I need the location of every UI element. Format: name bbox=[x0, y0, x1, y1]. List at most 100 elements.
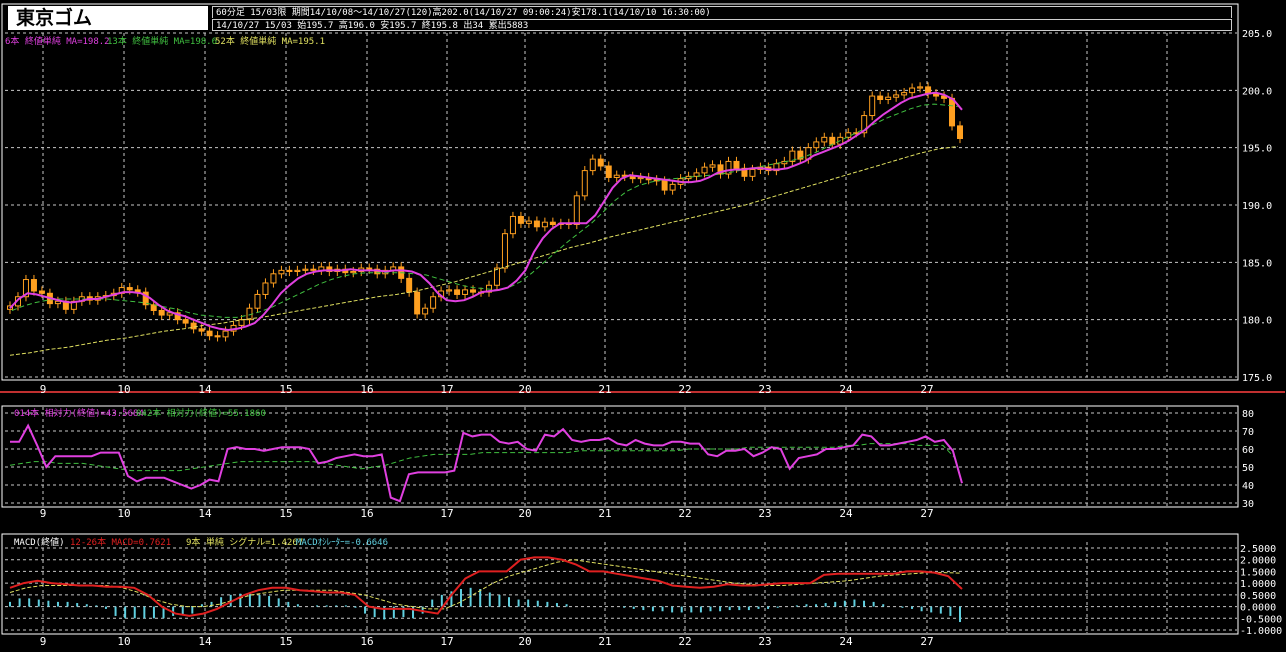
candle-up bbox=[821, 136, 828, 143]
macd-legend-item: MACDｵｼﾚｰﾀｰ=-0.6646 bbox=[296, 537, 388, 548]
candle-up bbox=[581, 170, 588, 197]
y-tick-label: -1.0000 bbox=[1240, 626, 1282, 637]
macd-x-label: 23 bbox=[758, 635, 771, 648]
y-tick-label: 1.5000 bbox=[1240, 567, 1276, 578]
candle-up bbox=[294, 269, 301, 273]
candle-down bbox=[190, 322, 197, 330]
candle-up bbox=[278, 269, 285, 275]
signal-line bbox=[9, 559, 961, 610]
macd-x-label: 27 bbox=[920, 635, 933, 648]
macd-x-label: 22 bbox=[678, 635, 691, 648]
candle-down bbox=[38, 290, 45, 294]
candle-down bbox=[366, 267, 373, 270]
y-tick-label: 50 bbox=[1242, 463, 1254, 474]
candle-down bbox=[877, 95, 884, 101]
candle-up bbox=[493, 267, 500, 286]
rsi-x-label: 23 bbox=[758, 507, 771, 520]
candle-up bbox=[302, 268, 309, 271]
macd-x-label: 21 bbox=[598, 635, 611, 648]
rsi14-line bbox=[10, 423, 963, 503]
candle-up bbox=[573, 195, 580, 225]
candle-up bbox=[613, 174, 620, 178]
candle-up bbox=[446, 289, 453, 292]
y-tick-label: 70 bbox=[1242, 427, 1254, 438]
y-tick-label: 60 bbox=[1242, 445, 1254, 456]
price-panel-separator bbox=[0, 391, 1285, 393]
candle-down bbox=[206, 330, 213, 337]
candle-up bbox=[893, 94, 900, 98]
price-legend-item: 52本 終値単純 MA=195.1 bbox=[215, 35, 325, 47]
rsi-legend-item: 042本 相対力(終値)=55.1860 bbox=[136, 407, 266, 419]
macd-x-label: 20 bbox=[518, 635, 531, 648]
price-x-label: 20 bbox=[518, 383, 531, 396]
candle-up bbox=[462, 289, 469, 295]
candle-up bbox=[709, 164, 716, 168]
candle-up bbox=[270, 273, 277, 284]
rsi-grid: 80 70 60 50 40 30 bbox=[5, 407, 1254, 510]
macd-x-label: 15 bbox=[279, 635, 292, 648]
macd-legend-item: 9本 単純 シグナル=1.4267 bbox=[186, 536, 303, 548]
ma6-line bbox=[9, 91, 963, 332]
price-x-label: 23 bbox=[758, 383, 771, 396]
candle-up bbox=[589, 158, 596, 172]
candle-down bbox=[533, 220, 540, 228]
rsi-x-label: 17 bbox=[440, 507, 453, 520]
candle-down bbox=[470, 289, 477, 293]
candle-down bbox=[182, 319, 189, 324]
price-legend-item: 6本 終値単純 MA=198.2 bbox=[5, 35, 110, 47]
price-x-label: 22 bbox=[678, 383, 691, 396]
price-x-label: 24 bbox=[839, 383, 853, 396]
price-x-label: 27 bbox=[920, 383, 933, 396]
candle-down bbox=[286, 269, 293, 273]
y-tick-label: 175.0 bbox=[1242, 373, 1272, 384]
price-grid: 205.0 200.0 195.0 190.0 185.0 180.0 175.0 bbox=[5, 29, 1272, 384]
candle-up bbox=[422, 307, 429, 315]
macd-panel-frame bbox=[1, 533, 1239, 635]
y-tick-label: 205.0 bbox=[1242, 29, 1272, 40]
macd-grid: 2.50002.00001.50001.00000.50000.0000-0.5… bbox=[5, 542, 1282, 637]
candle-up bbox=[501, 233, 508, 269]
candle-down bbox=[454, 289, 461, 295]
candle-down bbox=[549, 221, 556, 225]
candle-down bbox=[310, 268, 317, 271]
candle-up bbox=[238, 319, 245, 326]
price-x-label: 17 bbox=[440, 383, 453, 396]
ma13-line bbox=[11, 103, 959, 318]
rsi-x-label: 15 bbox=[279, 507, 292, 520]
rsi-x-label: 10 bbox=[117, 507, 130, 520]
y-tick-label: 195.0 bbox=[1242, 144, 1272, 155]
rsi-x-label: 24 bbox=[839, 507, 853, 520]
price-x-label: 21 bbox=[598, 383, 611, 396]
price-x-label: 14 bbox=[198, 383, 212, 396]
candle-down bbox=[150, 304, 157, 311]
y-tick-label: 190.0 bbox=[1242, 201, 1272, 212]
chart-canvas[interactable]: 205.0 200.0 195.0 190.0 185.0 180.0 175.0 80 70 6… bbox=[0, 0, 1286, 652]
y-tick-label: 0.0000 bbox=[1240, 603, 1276, 614]
candle-down bbox=[949, 97, 956, 127]
candle-up bbox=[430, 296, 437, 309]
candle-up bbox=[54, 300, 61, 305]
candle-up bbox=[254, 293, 261, 309]
candle-down bbox=[605, 165, 612, 178]
macd-x-label: 24 bbox=[839, 635, 853, 648]
rsi-x-label: 14 bbox=[198, 507, 212, 520]
candle-down bbox=[414, 291, 421, 315]
candle-up bbox=[509, 215, 516, 235]
macd-x-label: 17 bbox=[440, 635, 453, 648]
macd-x-label: 16 bbox=[360, 635, 373, 648]
y-tick-label: 80 bbox=[1242, 409, 1254, 420]
candle-down bbox=[733, 160, 740, 169]
candle-up bbox=[541, 221, 548, 228]
y-tick-label: 0.5000 bbox=[1240, 591, 1276, 602]
candle-down bbox=[30, 279, 37, 292]
candle-up bbox=[845, 132, 852, 138]
macd-x-label: 9 bbox=[40, 635, 47, 648]
candle-up bbox=[885, 96, 892, 101]
price-x-label: 15 bbox=[279, 383, 292, 396]
candle-up bbox=[350, 271, 357, 274]
rsi-x-label: 27 bbox=[920, 507, 933, 520]
candle-up bbox=[222, 330, 229, 338]
candle-down bbox=[406, 277, 413, 293]
rsi-x-label: 22 bbox=[678, 507, 691, 520]
rsi-x-label: 16 bbox=[360, 507, 373, 520]
